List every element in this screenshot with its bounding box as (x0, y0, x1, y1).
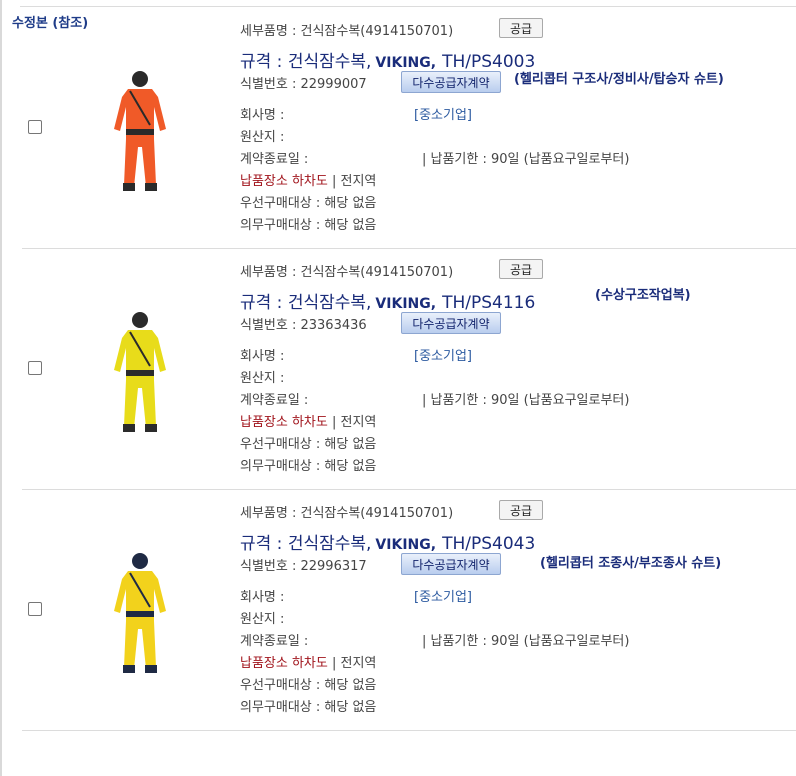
product-note: (헬리콥터 구조사/정비사/탑승자 슈트) (514, 72, 724, 87)
sme-badge: [중소기업] (414, 590, 472, 605)
mandatory-purchase: 의무구매대상 : 해당 없음 (240, 459, 377, 474)
product-note: (헬리콥터 조종사/부조종사 슈트) (540, 556, 722, 571)
select-checkbox[interactable] (28, 361, 42, 375)
sub-item-name: 세부품명 : 건식잠수복(4914150701) (240, 265, 454, 280)
delivery-place-label: 납품장소 하차도 (240, 174, 328, 189)
delivery-period: | 납품기한 : 90일 (납품요구일로부터) (422, 152, 630, 167)
origin-label: 원산지 : (240, 130, 285, 145)
origin-label: 원산지 : (240, 612, 285, 627)
suit-boot-left (123, 424, 135, 432)
suit-body (114, 571, 166, 669)
contract-end-label: 계약종료일 : (240, 393, 309, 408)
suit-boot-right (145, 665, 157, 673)
select-checkbox[interactable] (28, 602, 42, 616)
suit-boot-right (145, 183, 157, 191)
left-border (0, 0, 2, 776)
spec-prefix: 규격 : 건식잠수복, (240, 293, 372, 313)
delivery-period: | 납품기한 : 90일 (납품요구일로부터) (422, 393, 630, 408)
priority-purchase: 우선구매대상 : 해당 없음 (240, 196, 377, 211)
suit-boot-right (145, 424, 157, 432)
product-item: 세부품명 : 건식잠수복(4914150701) 공급 규격 : 건식잠수복, V… (22, 489, 796, 731)
delivery-place: 납품장소 하차도 | 전지역 (240, 652, 376, 671)
multiple-supplier-contract-button[interactable]: 다수공급자계약 (401, 71, 501, 93)
product-photo[interactable] (100, 67, 180, 197)
suit-body (114, 89, 166, 187)
suit-belt (126, 611, 154, 617)
spec-title[interactable]: 규격 : 건식잠수복, VIKING, TH/PS4116 (240, 288, 535, 313)
supply-button[interactable]: 공급 (499, 18, 543, 38)
suit-hood (132, 71, 148, 87)
suit-belt (126, 129, 154, 135)
suit-boot-left (123, 665, 135, 673)
contract-end-label: 계약종료일 : (240, 152, 309, 167)
spec-title[interactable]: 규격 : 건식잠수복, VIKING, TH/PS4003 (240, 47, 535, 72)
supply-button[interactable]: 공급 (499, 500, 543, 520)
delivery-place-label: 납품장소 하차도 (240, 656, 328, 671)
contract-end-label: 계약종료일 : (240, 634, 309, 649)
spec-prefix: 규격 : 건식잠수복, (240, 52, 372, 72)
identification-number: 식별번호 : 22999007 (240, 77, 367, 92)
delivery-place-value: | 전지역 (332, 174, 377, 189)
sub-item-name: 세부품명 : 건식잠수복(4914150701) (240, 24, 454, 39)
multiple-supplier-contract-button[interactable]: 다수공급자계약 (401, 553, 501, 575)
product-photo[interactable] (100, 308, 180, 438)
spec-prefix: 규격 : 건식잠수복, (240, 534, 372, 554)
sme-badge: [중소기업] (414, 349, 472, 364)
delivery-place-value: | 전지역 (332, 415, 377, 430)
maker-name: VIKING, (375, 296, 437, 312)
priority-purchase: 우선구매대상 : 해당 없음 (240, 678, 377, 693)
product-item: 세부품명 : 건식잠수복(4914150701) 공급 규격 : 건식잠수복, V… (22, 248, 796, 490)
company-name-label: 회사명 : (240, 590, 285, 605)
origin-label: 원산지 : (240, 371, 285, 386)
suit-body (114, 330, 166, 428)
suit-hood (132, 312, 148, 328)
suit-hood (132, 553, 148, 569)
mandatory-purchase: 의무구매대상 : 해당 없음 (240, 700, 377, 715)
mandatory-purchase: 의무구매대상 : 해당 없음 (240, 218, 377, 233)
supply-button[interactable]: 공급 (499, 259, 543, 279)
delivery-place: 납품장소 하차도 | 전지역 (240, 170, 376, 189)
product-note: (수상구조작업복) (595, 288, 691, 303)
select-checkbox[interactable] (28, 120, 42, 134)
spec-title[interactable]: 규격 : 건식잠수복, VIKING, TH/PS4043 (240, 529, 535, 554)
product-item: 세부품명 : 건식잠수복(4914150701) 공급 규격 : 건식잠수복, V… (22, 7, 796, 249)
company-name-label: 회사명 : (240, 349, 285, 364)
model-number: TH/PS4116 (442, 293, 536, 313)
priority-purchase: 우선구매대상 : 해당 없음 (240, 437, 377, 452)
identification-number: 식별번호 : 23363436 (240, 318, 367, 333)
identification-number: 식별번호 : 22996317 (240, 559, 367, 574)
sme-badge: [중소기업] (414, 108, 472, 123)
model-number: TH/PS4043 (442, 534, 536, 554)
delivery-period: | 납품기한 : 90일 (납품요구일로부터) (422, 634, 630, 649)
suit-belt (126, 370, 154, 376)
multiple-supplier-contract-button[interactable]: 다수공급자계약 (401, 312, 501, 334)
suit-boot-left (123, 183, 135, 191)
delivery-place-value: | 전지역 (332, 656, 377, 671)
maker-name: VIKING, (375, 55, 437, 71)
sub-item-name: 세부품명 : 건식잠수복(4914150701) (240, 506, 454, 521)
product-photo[interactable] (100, 549, 180, 679)
delivery-place: 납품장소 하차도 | 전지역 (240, 411, 376, 430)
maker-name: VIKING, (375, 537, 437, 553)
company-name-label: 회사명 : (240, 108, 285, 123)
delivery-place-label: 납품장소 하차도 (240, 415, 328, 430)
